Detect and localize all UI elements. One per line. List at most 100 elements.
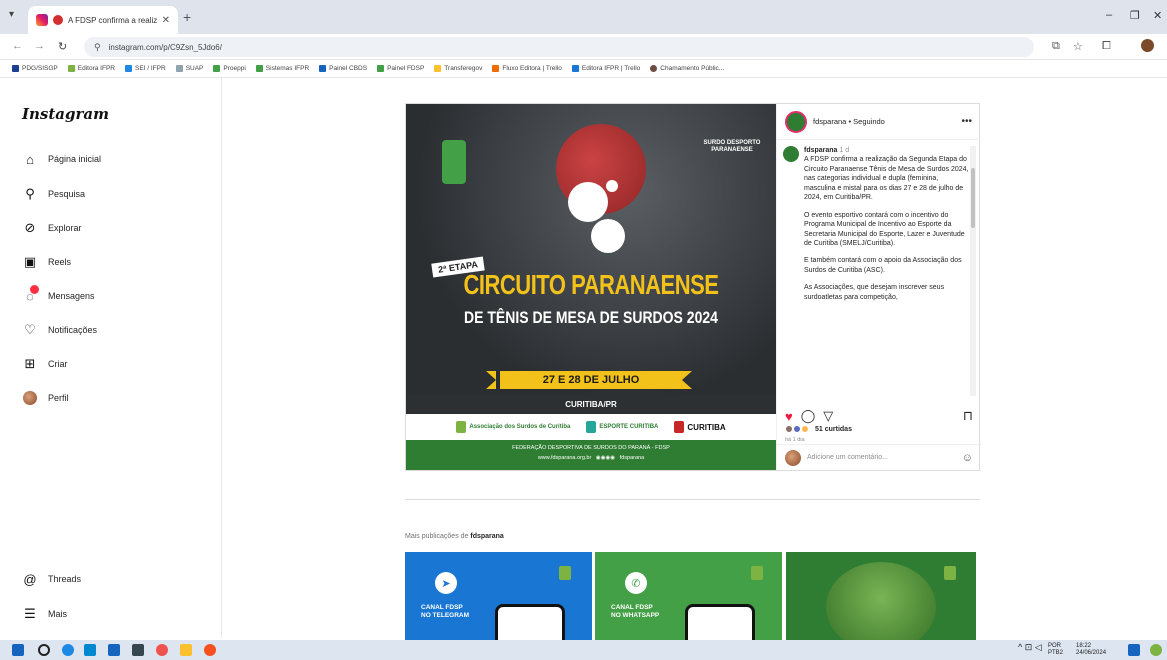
emoji-icon[interactable]: ☺ (962, 452, 973, 464)
sidebar-item-reels[interactable]: ▣ Reels (22, 254, 71, 270)
sidebar-item-more[interactable]: ☰ Mais (22, 606, 67, 622)
bookmark-item[interactable]: Chamamento Públic... (650, 65, 724, 72)
tab-list-chevron-icon[interactable]: ▾ (9, 9, 14, 20)
more-post-thumb[interactable] (786, 552, 976, 640)
close-window-icon[interactable]: ✕ (1153, 9, 1162, 22)
reload-icon[interactable]: ↻ (58, 40, 67, 53)
caption-scrollbar[interactable] (970, 146, 976, 396)
asc-logo-icon (456, 421, 467, 433)
caption-username[interactable]: fdsparana (804, 147, 837, 154)
like-heart-icon[interactable]: ♥ (785, 409, 793, 424)
bookmark-item[interactable]: Painel FDSP (377, 65, 424, 72)
bookmark-item[interactable]: SUAP (175, 65, 203, 72)
install-app-icon[interactable]: ⧉ (1052, 40, 1060, 53)
site-info-icon[interactable]: ⚲ (94, 42, 101, 53)
sidebar-item-profile[interactable]: Perfil (22, 390, 69, 406)
url-field[interactable]: ⚲ instagram.com/p/C9Zsn_5Jdo6/ (84, 37, 1034, 57)
more-options-icon[interactable]: ••• (961, 116, 972, 127)
telegram-icon: ➤ (435, 572, 457, 594)
scroll-thumb[interactable] (971, 168, 975, 228)
bookmark-item[interactable]: PDG/SISGP (12, 65, 58, 72)
share-icon[interactable]: ▽ (823, 408, 833, 424)
author-avatar[interactable] (785, 110, 807, 133)
more-post-thumb[interactable]: ✆ CANAL FDSP NO WHATSAPP (595, 552, 782, 640)
more-post-thumb[interactable]: ➤ CANAL FDSP NO TELEGRAM (405, 552, 592, 640)
fdsp-logo-icon (442, 140, 466, 184)
app-icon[interactable] (84, 644, 96, 656)
clock[interactable]: 18:22 24/06/2024 (1076, 643, 1106, 656)
browser-profile-avatar[interactable] (1141, 39, 1154, 52)
header-logo-text: SURDO DESPORTO PARANAENSE (703, 140, 761, 154)
white-paddle-shape (591, 219, 625, 253)
sidebar-item-search[interactable]: ⚲ Pesquisa (22, 186, 85, 202)
app-icon[interactable] (204, 644, 216, 656)
chrome-icon[interactable] (156, 644, 168, 656)
app-icon[interactable] (132, 644, 144, 656)
bookmark-icon (213, 65, 221, 72)
bookmark-item[interactable]: Transferegov (434, 65, 482, 72)
app-icon[interactable] (108, 644, 120, 656)
language-indicator[interactable]: POR PTB2 (1048, 643, 1063, 656)
minimize-icon[interactable]: – (1106, 9, 1112, 21)
post-card: SURDO DESPORTO PARANAENSE 2ª ETAPA CIRCU… (405, 103, 981, 471)
bookmark-item[interactable]: Painel CBDS (319, 65, 367, 72)
comment-row: Adicione um comentário... ☺ (777, 444, 981, 470)
thumb-label: CANAL FDSP NO WHATSAPP (611, 604, 660, 619)
caption-text: fdsparana 1 d A FDSP confirma a realizaç… (804, 146, 969, 396)
sidebar-item-label: Threads (48, 574, 82, 584)
extensions-icon[interactable]: ⧠ (1102, 40, 1111, 53)
sidebar-item-label: Mensagens (48, 291, 95, 301)
folder-icon[interactable] (180, 644, 192, 656)
caption-time: 1 d (839, 147, 850, 154)
post-image[interactable]: SURDO DESPORTO PARANAENSE 2ª ETAPA CIRCU… (406, 104, 776, 470)
federation-line: FEDERAÇÃO DESPORTIVA DE SURDOS DO PARANÁ… (512, 445, 670, 451)
date-banner: 27 E 28 DE JULHO (500, 371, 682, 389)
bookmark-icon (377, 65, 385, 72)
browser-tab-bar: ▾ A FDSP confirma a realizaç ✕ + – ❐ ✕ (0, 0, 1167, 34)
bookmark-item[interactable]: Editora IFPR (67, 65, 115, 72)
sidebar-item-explore[interactable]: ⊘ Explorar (22, 220, 82, 236)
comment-input[interactable]: Adicione um comentário... (807, 454, 956, 461)
thumb-label: CANAL FDSP NO TELEGRAM (421, 604, 470, 619)
windows-taskbar: ^ ⊡ ◁ POR PTB2 18:22 24/06/2024 (0, 640, 1167, 660)
sidebar-item-label: Mais (48, 609, 68, 619)
save-bookmark-icon[interactable]: ⊓ (963, 408, 973, 424)
bookmark-item[interactable]: Editora IFPR | Trello (571, 65, 640, 72)
tab-close-icon[interactable]: ✕ (162, 15, 170, 26)
sidebar-item-notifications[interactable]: ♡ Notificações (22, 322, 97, 338)
author-follow-line[interactable]: fdsparana • Seguindo (813, 117, 955, 126)
sidebar-item-label: Explorar (48, 223, 82, 233)
bookmark-item[interactable]: SEI / IFPR (124, 65, 166, 72)
sidebar-item-label: Perfil (48, 393, 69, 403)
start-icon[interactable] (12, 644, 24, 656)
comment-icon[interactable]: ◯ (801, 408, 816, 424)
bookmark-star-icon[interactable]: ☆ (1073, 40, 1083, 53)
app-icon[interactable] (1150, 644, 1162, 656)
search-icon[interactable] (38, 644, 50, 656)
sidebar-item-create[interactable]: ⊞ Criar (22, 356, 68, 372)
back-icon[interactable]: ← (12, 40, 23, 52)
ball-shape (606, 180, 618, 192)
edge-icon[interactable] (62, 644, 74, 656)
sidebar-item-threads[interactable]: @ Threads (22, 571, 81, 587)
browser-tab[interactable]: A FDSP confirma a realizaç ✕ (28, 6, 178, 34)
caption-paragraph: E também contará com o apoio da Associaç… (804, 257, 962, 274)
phone-illustration (685, 604, 755, 640)
white-paddle-shape (568, 182, 608, 222)
bookmark-item[interactable]: Fluxo Editora | Trello (492, 65, 562, 72)
notifications-icon[interactable] (1128, 644, 1140, 656)
forward-icon[interactable]: → (34, 40, 45, 52)
sidebar-item-messages[interactable]: ◌ Mensagens (22, 285, 95, 304)
bookmark-item[interactable]: Proeppi (213, 65, 246, 72)
instagram-logo[interactable]: Instagram (22, 105, 109, 123)
bookmark-item[interactable]: Sistemas IFPR (255, 65, 309, 72)
likes-row[interactable]: 51 curtidas (785, 425, 852, 433)
post-actions: ♥ ◯ ▽ ⊓ (785, 408, 973, 424)
post-sidepanel: fdsparana • Seguindo ••• fdsparana 1 d A… (776, 104, 981, 470)
sidebar-item-home[interactable]: ⌂ Página inicial (22, 151, 101, 167)
new-tab-icon[interactable]: + (183, 9, 191, 25)
restore-icon[interactable]: ❐ (1130, 9, 1140, 22)
caption-avatar[interactable] (783, 146, 799, 162)
tray-icons[interactable]: ^ ⊡ ◁ (1018, 642, 1042, 653)
avatar-icon (22, 390, 38, 406)
